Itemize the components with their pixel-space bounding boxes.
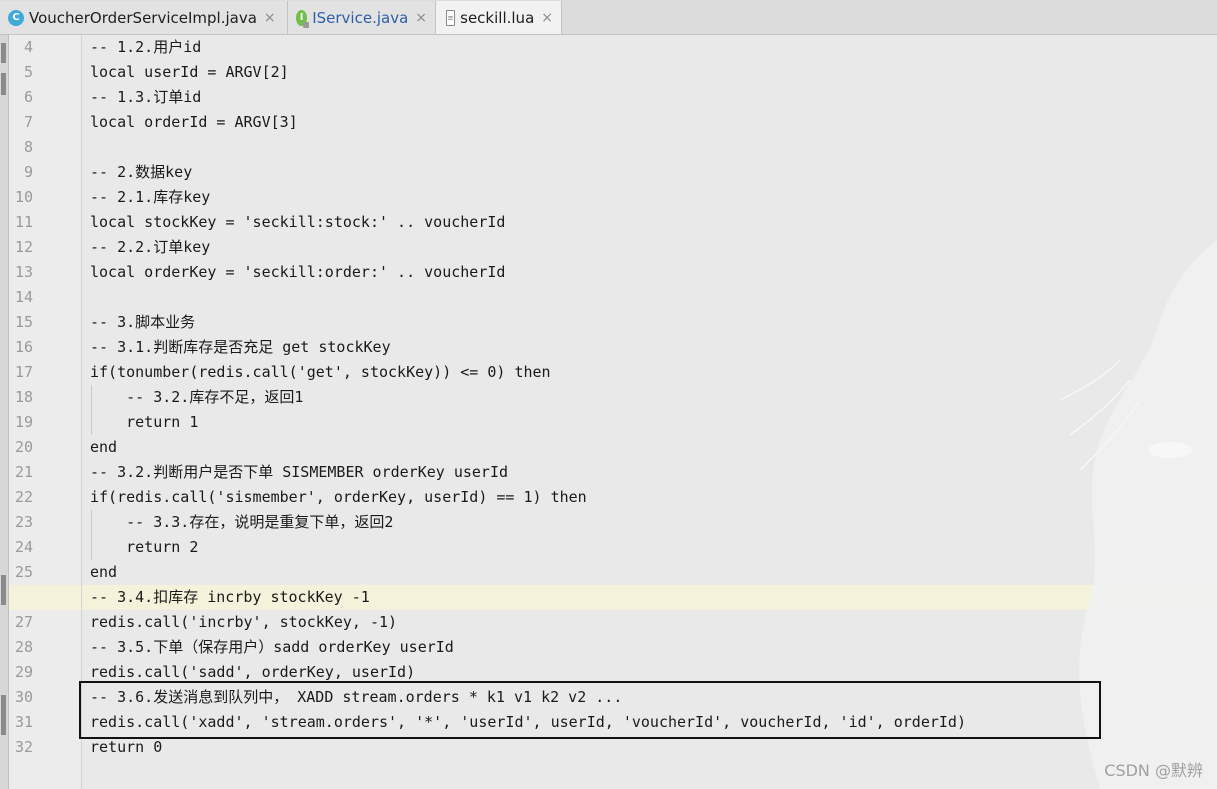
code-line[interactable]: -- 3.脚本业务 <box>90 310 195 335</box>
close-icon[interactable]: × <box>415 10 427 26</box>
line-number: 17 <box>14 363 33 381</box>
line-number: 7 <box>23 113 33 131</box>
interface-icon: I <box>296 9 310 28</box>
tool-window-marker[interactable] <box>1 575 6 605</box>
line-number: 10 <box>14 188 33 206</box>
line-number: 21 <box>14 463 33 481</box>
line-number: 30 <box>14 688 33 706</box>
tool-window-marker[interactable] <box>1 73 6 95</box>
line-number: 28 <box>14 638 33 656</box>
left-tool-strip[interactable] <box>0 35 9 789</box>
line-number: 23 <box>14 513 33 531</box>
line-number: 20 <box>14 438 33 456</box>
line-number: 32 <box>14 738 33 756</box>
code-line[interactable]: -- 1.2.用户id <box>90 35 201 60</box>
line-number: 6 <box>23 88 33 106</box>
code-line[interactable]: -- 1.3.订单id <box>90 85 201 110</box>
code-line[interactable]: -- 3.5.下单（保存用户）sadd orderKey userId <box>90 635 454 660</box>
code-line[interactable]: redis.call('incrby', stockKey, -1) <box>90 610 397 635</box>
code-line[interactable]: -- 3.2.库存不足，返回1 <box>90 385 303 410</box>
close-icon[interactable]: × <box>541 10 553 26</box>
line-number: 14 <box>14 288 33 306</box>
code-line[interactable]: -- 3.2.判断用户是否下单 SISMEMBER orderKey userI… <box>90 460 508 485</box>
line-number: 19 <box>14 413 33 431</box>
current-line-gutter-highlight <box>9 585 81 610</box>
tab-seckill-lua[interactable]: ≡ seckill.lua × <box>436 1 562 34</box>
code-line[interactable]: return 2 <box>90 535 198 560</box>
line-number: 9 <box>23 163 33 181</box>
code-line[interactable]: local orderKey = 'seckill:order:' .. vou… <box>90 260 505 285</box>
line-number: 13 <box>14 263 33 281</box>
indent-guide <box>91 510 92 560</box>
line-number: 8 <box>23 138 33 156</box>
tab-voucherorderserviceimpl-java[interactable]: C VoucherOrderServiceImpl.java × <box>0 1 288 34</box>
line-number: 16 <box>14 338 33 356</box>
line-number: 15 <box>14 313 33 331</box>
tab-label: IService.java <box>312 8 409 27</box>
lua-file-icon: ≡ <box>446 9 456 26</box>
code-line[interactable]: local stockKey = 'seckill:stock:' .. vou… <box>90 210 505 235</box>
code-line[interactable]: -- 2.2.订单key <box>90 235 210 260</box>
code-line[interactable]: return 1 <box>90 410 198 435</box>
line-number: 24 <box>14 538 33 556</box>
code-line[interactable]: -- 3.3.存在，说明是重复下单，返回2 <box>90 510 393 535</box>
line-number: 22 <box>14 488 33 506</box>
code-line[interactable]: local userId = ARGV[2] <box>90 60 289 85</box>
tool-window-marker[interactable] <box>1 695 6 735</box>
line-number-gutter[interactable]: 4567891011121314151617181920212223242526… <box>9 35 82 789</box>
code-line[interactable]: -- 2.1.库存key <box>90 185 210 210</box>
code-editor[interactable]: -- 1.2.用户id local userId = ARGV[2] -- 1.3.… <box>82 35 1217 789</box>
tab-label: seckill.lua <box>460 8 535 27</box>
editor-tab-bar: C VoucherOrderServiceImpl.java × I IService.… <box>0 0 1217 35</box>
code-line[interactable]: -- 3.1.判断库存是否充足 get stockKey <box>90 335 391 360</box>
line-number: 5 <box>23 63 33 81</box>
tab-iservice-java[interactable]: I IService.java × <box>288 1 436 34</box>
line-number: 12 <box>14 238 33 256</box>
line-number: 18 <box>14 388 33 406</box>
line-number: 4 <box>23 38 33 56</box>
code-line[interactable]: -- 2.数据key <box>90 160 192 185</box>
code-line[interactable]: if(tonumber(redis.call('get', stockKey))… <box>90 360 551 385</box>
indent-guide <box>91 385 92 435</box>
watermark: CSDN @默辨 <box>1104 761 1203 780</box>
line-number: 25 <box>14 563 33 581</box>
code-line[interactable]: end <box>90 560 117 585</box>
line-number: 27 <box>14 613 33 631</box>
class-icon: C <box>8 9 24 26</box>
close-icon[interactable]: × <box>264 10 276 26</box>
highlight-box <box>79 681 1101 739</box>
code-line[interactable]: -- 3.4.扣库存 incrby stockKey -1 <box>90 585 370 610</box>
code-line[interactable]: if(redis.call('sismember', orderKey, use… <box>90 485 587 510</box>
line-number: 29 <box>14 663 33 681</box>
line-number: 11 <box>14 213 33 231</box>
code-line[interactable]: end <box>90 435 117 460</box>
tab-label: VoucherOrderServiceImpl.java <box>29 8 257 27</box>
code-line[interactable]: local orderId = ARGV[3] <box>90 110 298 135</box>
tool-window-marker[interactable] <box>1 43 6 63</box>
line-number: 31 <box>14 713 33 731</box>
